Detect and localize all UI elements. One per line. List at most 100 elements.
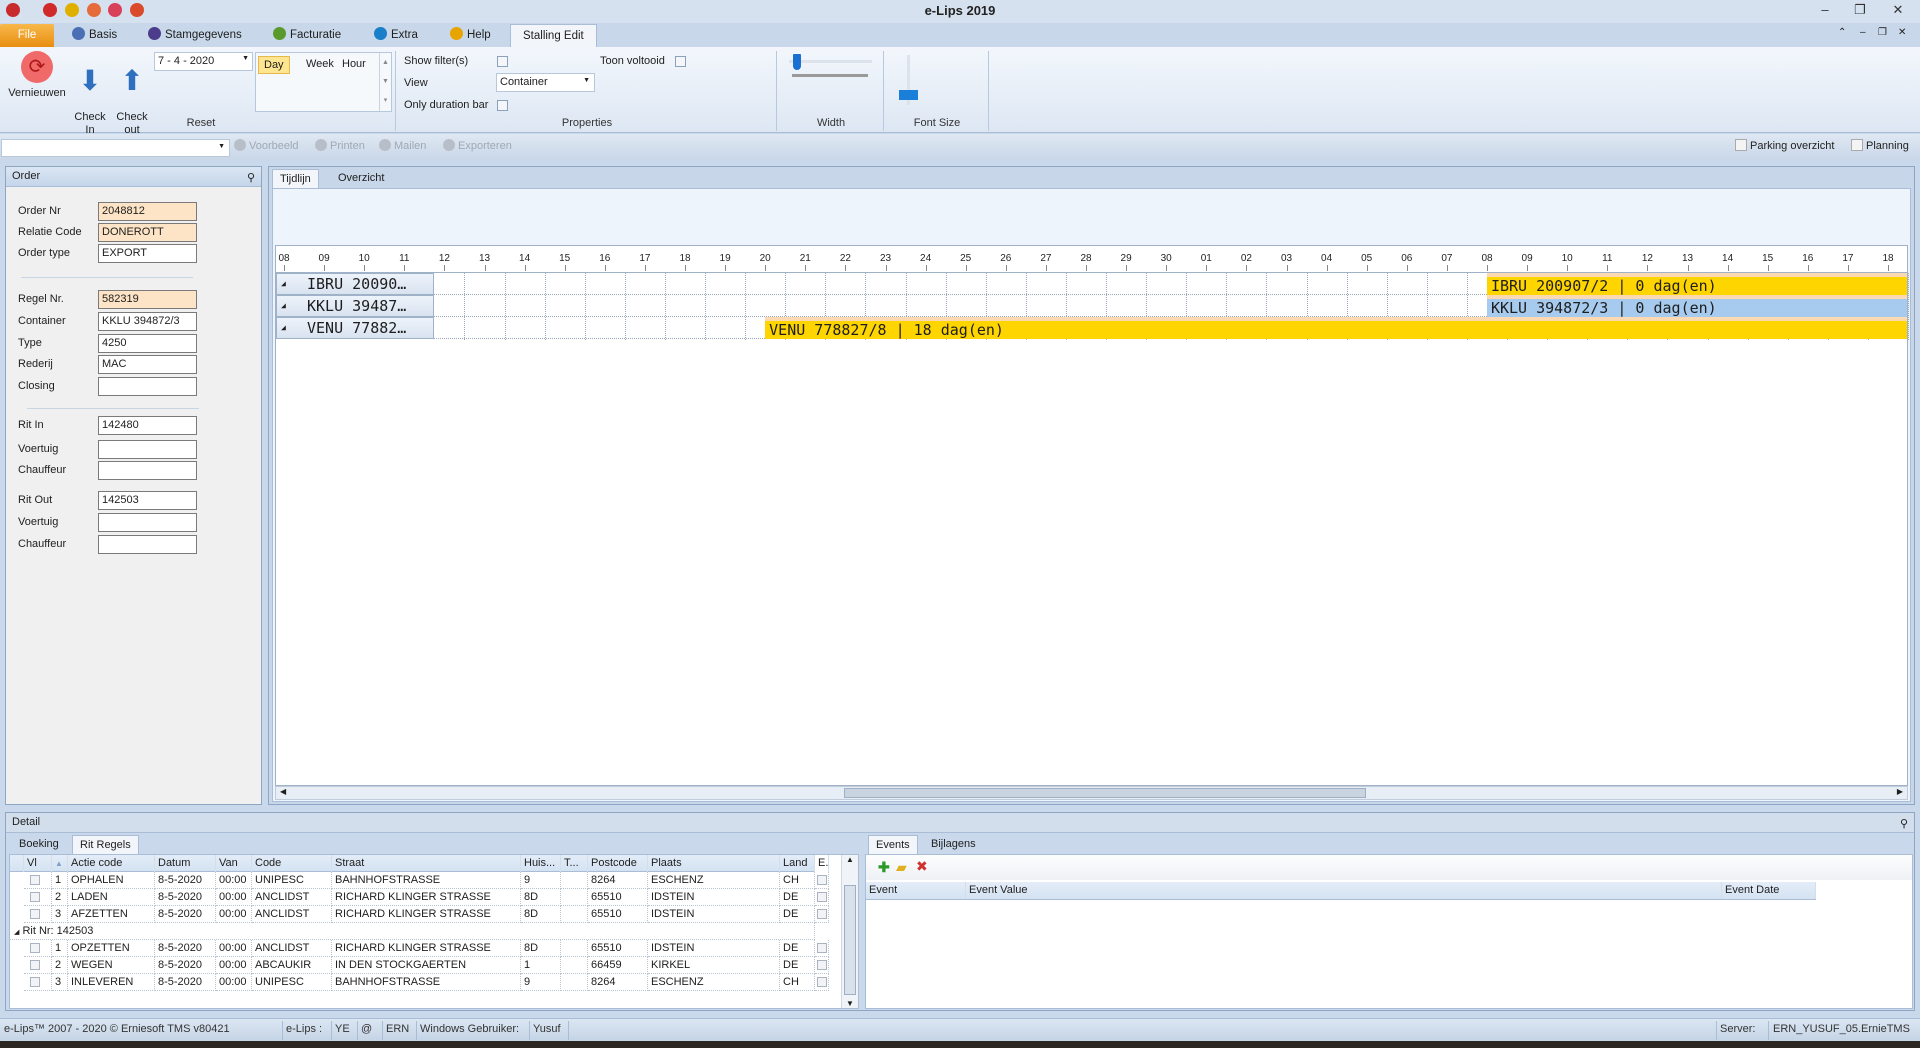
expand-icon[interactable]: ◢ [281, 296, 286, 316]
column-header-huis-[interactable]: Huis... [521, 855, 561, 872]
tab-tijdlijn[interactable]: Tijdlijn [272, 169, 319, 188]
column-header-event-date[interactable]: Event Date [1722, 882, 1816, 899]
ribbon-collapse-icon[interactable]: ⌃ [1838, 27, 1846, 38]
column-header-actie-code[interactable]: Actie code [68, 855, 155, 872]
e-checkbox[interactable] [817, 943, 827, 953]
table-row[interactable]: 3 INLEVEREN 8-5-2020 00:00 UNIPESC BAHNHOFSTR… [10, 974, 829, 991]
field-input-regel-nr[interactable]: 582319 [98, 290, 197, 309]
printen-button[interactable]: Printen [315, 139, 365, 152]
show-filters-checkbox[interactable] [497, 56, 508, 67]
timeline-row-label[interactable]: ◢ KKLU 39487… [276, 295, 434, 317]
e-checkbox[interactable] [817, 909, 827, 919]
refresh-button[interactable]: ⟳ Vernieuwen [8, 51, 66, 100]
column-header-van[interactable]: Van [216, 855, 252, 872]
table-row[interactable]: 1 OPZETTEN 8-5-2020 00:00 ANCLIDST RICHARD KL… [10, 940, 829, 957]
voorbeeld-button[interactable]: Voorbeeld [234, 139, 299, 152]
group-row[interactable]: ◢ Rit Nr: 142503 [10, 923, 815, 940]
font-size-slider-thumb[interactable] [899, 90, 918, 100]
e-checkbox[interactable] [817, 977, 827, 987]
column-header-event-value[interactable]: Event Value [966, 882, 1722, 899]
scroll-right-icon[interactable]: ▶ [1897, 787, 1903, 796]
date-picker[interactable]: 7 - 4 - 2020 ▼ [154, 52, 253, 71]
tab-boeking[interactable]: Boeking [12, 835, 66, 854]
column-header-straat[interactable]: Straat [332, 855, 521, 872]
table-row[interactable]: 2 LADEN 8-5-2020 00:00 ANCLIDST RICHARD KLING… [10, 889, 829, 906]
mdi-restore-icon[interactable]: ❐ [1878, 27, 1887, 38]
planning-button[interactable]: Planning [1851, 139, 1909, 152]
tab-stalling-edit[interactable]: Stalling Edit [510, 24, 597, 47]
tab-stamgegevens[interactable]: Stamgegevens [140, 24, 250, 47]
check-out-button[interactable]: ⬆ Check out [114, 51, 150, 137]
scroll-left-icon[interactable]: ◀ [280, 787, 286, 796]
delete-event-icon[interactable]: ✖ [916, 858, 928, 875]
restore-icon[interactable]: ❐ [1850, 2, 1870, 18]
duration-bar[interactable]: VENU 778827/8 | 18 dag(en) [765, 317, 1907, 339]
column-header-postcode[interactable]: Postcode [588, 855, 648, 872]
tab-help[interactable]: Help [442, 24, 499, 47]
minimize-icon[interactable]: – [1815, 2, 1835, 17]
scale-option-week[interactable]: Week [301, 56, 339, 72]
tab-overzicht[interactable]: Overzicht [331, 169, 391, 188]
column-header-vl[interactable]: Vl [24, 855, 52, 872]
e-checkbox[interactable] [817, 892, 827, 902]
scale-option-day[interactable]: Day [258, 56, 290, 74]
column-header-code[interactable]: Code [252, 855, 332, 872]
timeline-row-label[interactable]: ◢ VENU 77882… [276, 317, 434, 339]
parking-overzicht-button[interactable]: Parking overzicht [1735, 139, 1834, 152]
close-icon[interactable]: ✕ [1888, 2, 1908, 18]
report-select[interactable]: ▼ [1, 139, 230, 157]
view-select[interactable]: Container ▼ [496, 73, 595, 92]
scroll-down-icon[interactable]: ▼ [842, 999, 858, 1008]
table-row[interactable]: 2 WEGEN 8-5-2020 00:00 ABCAUKIR IN DEN STOCKG… [10, 957, 829, 974]
scrollbar-thumb[interactable] [844, 885, 856, 995]
field-input-closing[interactable] [98, 377, 197, 396]
field-input-container[interactable]: KKLU 394872/3 [98, 312, 197, 331]
column-header-datum[interactable]: Datum [155, 855, 216, 872]
e-checkbox[interactable] [817, 960, 827, 970]
exporteren-button[interactable]: Exporteren [443, 139, 512, 152]
field-input-order-nr[interactable]: 2048812 [98, 202, 197, 221]
field-input-relatie-code[interactable]: DONEROTT [98, 223, 197, 242]
field-input-voertuig[interactable] [98, 513, 197, 532]
tab-file[interactable]: File [0, 24, 54, 47]
column-header-plaats[interactable]: Plaats [648, 855, 780, 872]
horizontal-scrollbar[interactable]: ◀ ▶ [275, 786, 1908, 800]
column-header-land[interactable]: Land [780, 855, 815, 872]
expand-icon[interactable]: ◢ [281, 318, 286, 338]
only-duration-checkbox[interactable] [497, 100, 508, 111]
e-checkbox[interactable] [817, 875, 827, 885]
field-input-voertuig[interactable] [98, 440, 197, 459]
pin-icon[interactable]: ⚲ [1900, 815, 1908, 834]
vertical-scrollbar[interactable]: ▲ ▼ [841, 855, 858, 1008]
tab-bijlagens[interactable]: Bijlagens [924, 835, 983, 854]
field-input-order-type[interactable]: EXPORT [98, 244, 197, 263]
tab-events[interactable]: Events [868, 835, 918, 854]
column-header-sort[interactable]: ▲ [52, 855, 68, 872]
width-slider-thumb[interactable] [793, 54, 801, 70]
column-header-t-[interactable]: T... [561, 855, 588, 872]
collapse-icon[interactable]: ◢ [14, 929, 19, 936]
duration-bar[interactable]: KKLU 394872/3 | 0 dag(en) [1486, 295, 1907, 317]
field-input-chauffeur[interactable] [98, 535, 197, 554]
tab-rit-regels[interactable]: Rit Regels [72, 835, 139, 854]
field-input-rit-in[interactable]: 142480 [98, 416, 197, 435]
scroll-up-icon[interactable]: ▲ [842, 855, 858, 864]
column-header-event[interactable]: Event [866, 882, 966, 899]
timeline-row-label[interactable]: ◢ IBRU 20090… [276, 273, 434, 295]
table-row[interactable]: 1 OPHALEN 8-5-2020 00:00 UNIPESC BAHNHOFSTRAS… [10, 872, 829, 889]
tab-extra[interactable]: Extra [366, 24, 426, 47]
toon-voltooid-checkbox[interactable] [675, 56, 686, 67]
check-in-button[interactable]: ⬇ Check In [72, 51, 108, 137]
column-header-e-[interactable]: E... [815, 855, 829, 872]
open-folder-icon[interactable]: ▰ [896, 859, 907, 876]
tab-facturatie[interactable]: Facturatie [265, 24, 349, 47]
pin-icon[interactable]: ⚲ [247, 169, 255, 188]
tab-basis[interactable]: Basis [64, 24, 125, 47]
duration-bar[interactable]: IBRU 200907/2 | 0 dag(en) [1486, 273, 1907, 295]
add-event-icon[interactable]: ✚ [878, 859, 890, 876]
width-slider[interactable] [789, 60, 872, 63]
expand-icon[interactable]: ◢ [281, 274, 286, 294]
field-input-rit-out[interactable]: 142503 [98, 491, 197, 510]
table-row[interactable]: 3 AFZETTEN 8-5-2020 00:00 ANCLIDST RICHARD KL… [10, 906, 829, 923]
field-input-type[interactable]: 4250 [98, 334, 197, 353]
